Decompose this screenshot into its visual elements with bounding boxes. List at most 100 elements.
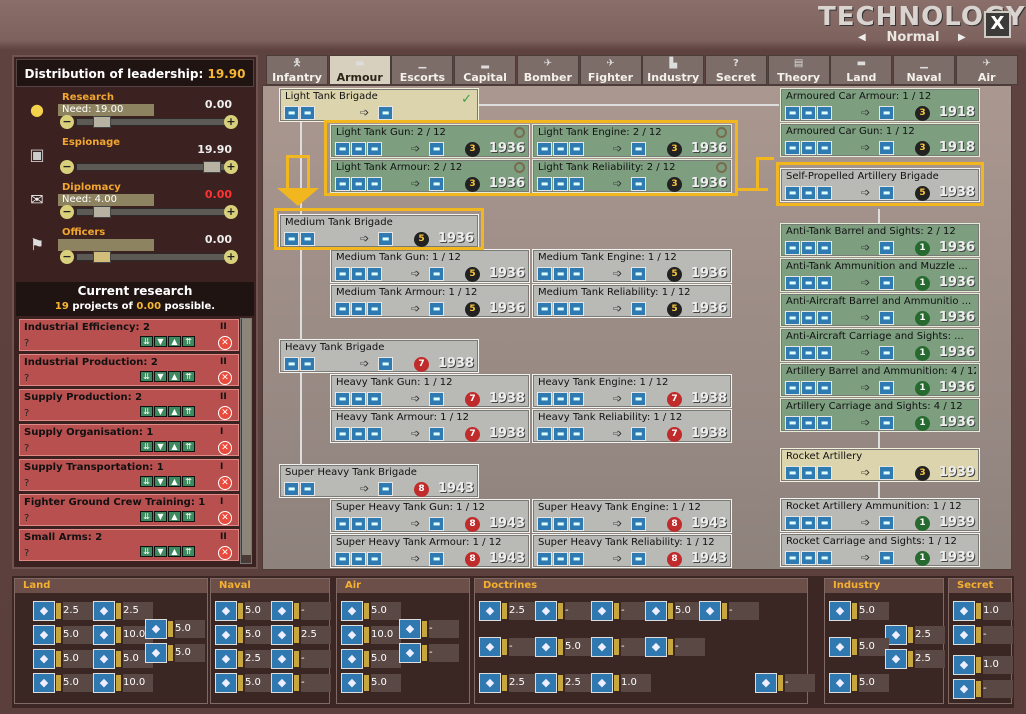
tech-node[interactable]: Medium Tank Brigade ▬ ▬ ➩ ▬ 5 1936 bbox=[279, 214, 479, 248]
move-bottom-icon[interactable]: ⇊ bbox=[140, 476, 153, 487]
move-down-icon[interactable]: ▼ bbox=[154, 546, 167, 557]
tech-level-item[interactable]: ◆ - bbox=[271, 673, 335, 693]
remove-icon[interactable]: ✕ bbox=[218, 406, 232, 420]
move-down-icon[interactable]: ▼ bbox=[154, 406, 167, 417]
tech-level-item[interactable]: ◆ 5.0 bbox=[829, 601, 893, 621]
tech-level-item[interactable]: ◆ 1.0 bbox=[953, 655, 1017, 675]
move-down-icon[interactable]: ▼ bbox=[154, 336, 167, 347]
tech-level-item[interactable]: ◆ 5.0 bbox=[145, 619, 209, 639]
research-queue-item[interactable]: Fighter Ground Crew Training: 1 I? ⇊ ▼ ▲ ⇈ ✕ bbox=[19, 494, 239, 526]
tech-level-item[interactable]: ◆ 5.0 bbox=[535, 637, 599, 657]
tab-armour[interactable]: ▬ Armour bbox=[328, 55, 391, 85]
tech-node[interactable]: Anti-Tank Ammunition and Muzzle ... ▬ ▬ ▬ ➩ ▬… bbox=[780, 258, 980, 292]
tech-node[interactable]: Light Tank Brigade ▬ ▬ ➩ ▬ ✓ bbox=[279, 88, 479, 122]
tab-escorts[interactable]: ▁ Escorts bbox=[391, 55, 454, 85]
remove-icon[interactable]: ✕ bbox=[218, 546, 232, 560]
tech-level-item[interactable]: ◆ 5.0 bbox=[215, 673, 279, 693]
tech-level-item[interactable]: ◆ 5.0 bbox=[33, 625, 97, 645]
move-bottom-icon[interactable]: ⇊ bbox=[140, 406, 153, 417]
tech-node[interactable]: Rocket Artillery Ammunition: 1 / 12 ▬ ▬ ▬ ➩ ▬… bbox=[780, 498, 980, 532]
tab-air[interactable]: ✈ Air bbox=[955, 55, 1018, 85]
tech-node[interactable]: Anti-Aircraft Barrel and Ammunitio ... ▬ ▬… bbox=[780, 293, 980, 327]
tech-level-item[interactable]: ◆ 1.0 bbox=[953, 601, 1017, 621]
tech-level-item[interactable]: ◆ - bbox=[953, 625, 1017, 645]
move-top-icon[interactable]: ⇈ bbox=[182, 476, 195, 487]
tech-level-item[interactable]: ◆ 5.0 bbox=[341, 673, 405, 693]
diplomacy-slider[interactable] bbox=[76, 206, 226, 218]
tech-node[interactable]: Anti-Tank Barrel and Sights: 2 / 12 ▬ ▬ ▬ ➩ ▬… bbox=[780, 223, 980, 257]
officers-plus-button[interactable]: + bbox=[224, 250, 238, 264]
research-queue-item[interactable]: Industrial Efficiency: 2 II? ⇊ ▼ ▲ ⇈ ✕ bbox=[19, 319, 239, 351]
move-bottom-icon[interactable]: ⇊ bbox=[140, 371, 153, 382]
tab-industry[interactable]: ▙ Industry bbox=[642, 55, 705, 85]
move-up-icon[interactable]: ▲ bbox=[168, 441, 181, 452]
tech-node[interactable]: Light Tank Engine: 2 / 12 ▬ ▬ ▬ ➩ ▬ 3 1936 bbox=[532, 124, 732, 158]
research-queue-item[interactable]: Small Arms: 2 II? ⇊ ▼ ▲ ⇈ ✕ bbox=[19, 529, 239, 561]
tab-infantry[interactable]: 🯅 Infantry bbox=[266, 55, 328, 85]
move-bottom-icon[interactable]: ⇊ bbox=[140, 546, 153, 557]
tab-fighter[interactable]: ✈ Fighter bbox=[579, 55, 642, 85]
move-top-icon[interactable]: ⇈ bbox=[182, 336, 195, 347]
diplomacy-minus-button[interactable]: − bbox=[60, 205, 74, 219]
slider-knob[interactable] bbox=[93, 206, 111, 218]
research-queue-item[interactable]: Industrial Production: 2 II? ⇊ ▼ ▲ ⇈ ✕ bbox=[19, 354, 239, 386]
move-up-icon[interactable]: ▲ bbox=[168, 336, 181, 347]
remove-icon[interactable]: ✕ bbox=[218, 511, 232, 525]
tech-level-item[interactable]: ◆ 2.5 bbox=[93, 601, 157, 621]
move-bottom-icon[interactable]: ⇊ bbox=[140, 441, 153, 452]
tech-node[interactable]: Super Heavy Tank Gun: 1 / 12 ▬ ▬ ▬ ➩ ▬ 8 1943 bbox=[330, 499, 530, 533]
move-up-icon[interactable]: ▲ bbox=[168, 476, 181, 487]
tab-theory[interactable]: ▤ Theory bbox=[767, 55, 830, 85]
tech-level-item[interactable]: ◆ 2.5 bbox=[479, 601, 543, 621]
tech-level-item[interactable]: ◆ - bbox=[399, 619, 463, 639]
tech-node[interactable]: Light Tank Gun: 2 / 12 ▬ ▬ ▬ ➩ ▬ 3 1936 bbox=[330, 124, 530, 158]
move-top-icon[interactable]: ⇈ bbox=[182, 406, 195, 417]
tech-node[interactable]: Heavy Tank Gun: 1 / 12 ▬ ▬ ▬ ➩ ▬ 7 1938 bbox=[330, 374, 530, 408]
tech-node[interactable]: Super Heavy Tank Reliability: 1 / 12 ▬ ▬ ▬ ➩… bbox=[532, 534, 732, 568]
tech-node[interactable]: Artillery Carriage and Sights: 4 / 12 ▬ ▬ ▬… bbox=[780, 398, 980, 432]
tech-node[interactable]: Self-Propelled Artillery Brigade ▬ ▬ ▬ ➩ ▬ 5 19… bbox=[780, 168, 980, 202]
tech-node[interactable]: Light Tank Armour: 2 / 12 ▬ ▬ ▬ ➩ ▬ 3 1936 bbox=[330, 159, 530, 193]
move-bottom-icon[interactable]: ⇊ bbox=[140, 336, 153, 347]
espionage-plus-button[interactable]: + bbox=[224, 160, 238, 174]
tech-level-item[interactable]: ◆ 2.5 bbox=[535, 673, 599, 693]
tech-level-item[interactable]: ◆ 5.0 bbox=[215, 601, 279, 621]
tech-level-item[interactable]: ◆ - bbox=[755, 673, 819, 693]
tech-level-item[interactable]: ◆ 2.5 bbox=[885, 625, 949, 645]
move-top-icon[interactable]: ⇈ bbox=[182, 441, 195, 452]
tech-level-item[interactable]: ◆ 5.0 bbox=[341, 601, 405, 621]
tech-node[interactable]: Medium Tank Gun: 1 / 12 ▬ ▬ ▬ ➩ ▬ 5 1936 bbox=[330, 249, 530, 283]
tech-node[interactable]: Heavy Tank Armour: 1 / 12 ▬ ▬ ▬ ➩ ▬ 7 1938 bbox=[330, 409, 530, 443]
tech-node[interactable]: Medium Tank Reliability: 1 / 12 ▬ ▬ ▬ ➩ ▬ 5 193… bbox=[532, 284, 732, 318]
tech-level-item[interactable]: ◆ - bbox=[953, 679, 1017, 699]
tech-node[interactable]: Super Heavy Tank Engine: 1 / 12 ▬ ▬ ▬ ➩ ▬ 8 194… bbox=[532, 499, 732, 533]
tech-level-item[interactable]: ◆ 5.0 bbox=[341, 649, 405, 669]
move-up-icon[interactable]: ▲ bbox=[168, 546, 181, 557]
slider-knob[interactable] bbox=[203, 161, 221, 173]
move-bottom-icon[interactable]: ⇊ bbox=[140, 511, 153, 522]
tech-node[interactable]: Super Heavy Tank Armour: 1 / 12 ▬ ▬ ▬ ➩ ▬ 8 194… bbox=[330, 534, 530, 568]
tech-level-item[interactable]: ◆ 2.5 bbox=[885, 649, 949, 669]
move-down-icon[interactable]: ▼ bbox=[154, 511, 167, 522]
tech-level-item[interactable]: ◆ - bbox=[399, 643, 463, 663]
tech-node[interactable]: Rocket Carriage and Sights: 1 / 12 ▬ ▬ ▬ ➩ ▬ 1… bbox=[780, 533, 980, 567]
espionage-minus-button[interactable]: − bbox=[60, 160, 74, 174]
tech-level-item[interactable]: ◆ - bbox=[699, 601, 763, 621]
slider-knob[interactable] bbox=[93, 251, 111, 263]
tech-node[interactable]: Super Heavy Tank Brigade ▬ ▬ ➩ ▬ 8 1943 bbox=[279, 464, 479, 498]
move-down-icon[interactable]: ▼ bbox=[154, 476, 167, 487]
tech-level-item[interactable]: ◆ 5.0 bbox=[145, 643, 209, 663]
research-plus-button[interactable]: + bbox=[224, 115, 238, 129]
tech-node[interactable]: Artillery Barrel and Ammunition: 4 / 12 ▬… bbox=[780, 363, 980, 397]
move-up-icon[interactable]: ▲ bbox=[168, 511, 181, 522]
tech-node[interactable]: Heavy Tank Reliability: 1 / 12 ▬ ▬ ▬ ➩ ▬ 7 1938 bbox=[532, 409, 732, 443]
tech-level-item[interactable]: ◆ - bbox=[645, 637, 709, 657]
move-top-icon[interactable]: ⇈ bbox=[182, 511, 195, 522]
tech-node[interactable]: Rocket Artillery ▬ ▬ ▬ ➩ ▬ 3 1939 bbox=[780, 448, 980, 482]
tech-node[interactable]: Armoured Car Armour: 1 / 12 ▬ ▬ ▬ ➩ ▬ 3 1918 bbox=[780, 88, 980, 122]
tech-level-item[interactable]: ◆ - bbox=[479, 637, 543, 657]
research-queue-item[interactable]: Supply Transportation: 1 I? ⇊ ▼ ▲ ⇈ ✕ bbox=[19, 459, 239, 491]
tech-level-item[interactable]: ◆ 1.0 bbox=[591, 673, 655, 693]
tech-level-item[interactable]: ◆ 5.0 bbox=[33, 649, 97, 669]
tech-level-item[interactable]: ◆ - bbox=[535, 601, 599, 621]
